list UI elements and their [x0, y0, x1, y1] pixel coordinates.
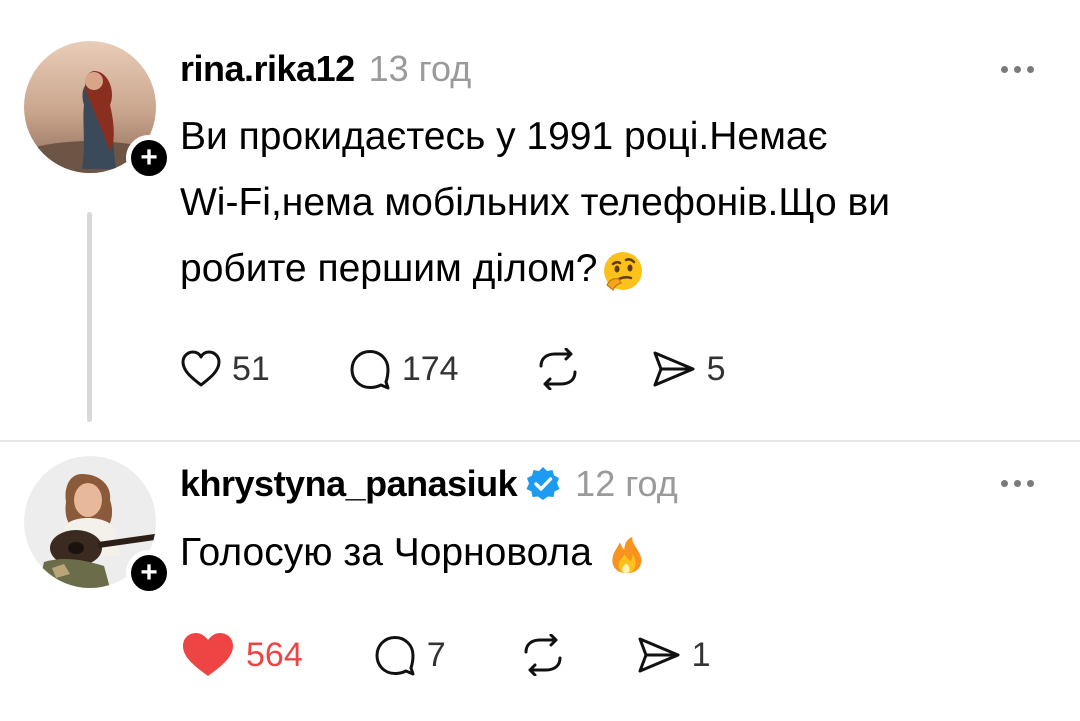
username[interactable]: rina.rika12 — [180, 48, 355, 90]
like-button[interactable]: 51 — [180, 349, 270, 389]
reply-count: 7 — [426, 635, 446, 674]
post-text-line: Wi-Fi,нема мобільних телефонів.Що ви — [180, 181, 890, 224]
more-options-icon[interactable] — [1001, 66, 1034, 73]
fire-emoji — [612, 536, 642, 573]
avatar-container[interactable]: + — [24, 456, 172, 596]
post-header: rina.rika12 13 год — [180, 48, 471, 90]
share-count: 1 — [691, 635, 711, 674]
post-text-fragment: робите першим ділом? — [180, 247, 598, 290]
follow-plus-button[interactable]: + — [126, 135, 172, 181]
heart-icon — [181, 350, 221, 387]
heart-filled-icon — [183, 633, 233, 676]
post-header: khrystyna_panasiuk 12 год — [180, 463, 678, 505]
avatar-container[interactable]: + — [24, 41, 172, 181]
repost-button[interactable] — [533, 348, 583, 390]
verified-badge-icon — [526, 467, 560, 500]
post-text-line: робите першим ділом? — [180, 236, 1040, 302]
reply-button[interactable]: 174 — [348, 348, 459, 390]
thread-connector-line — [87, 212, 92, 422]
username[interactable]: khrystyna_panasiuk — [180, 463, 518, 505]
share-count: 5 — [706, 349, 726, 388]
thread-post: + rina.rika12 13 год Ви прокидаєтесь у 1… — [0, 0, 1080, 440]
post-text: Ви прокидаєтесь у 1991 році.Немає Wi-Fi,… — [180, 104, 1040, 302]
post-text-line: Голосую за Чорновола — [180, 520, 1040, 586]
post-actions: 51 174 5 — [180, 348, 725, 390]
share-button[interactable]: 1 — [636, 635, 711, 675]
reply-button[interactable]: 7 — [373, 634, 446, 676]
post-actions: 564 7 1 — [180, 630, 711, 680]
send-icon — [638, 637, 680, 673]
post-text-line: Ви прокидаєтесь у 1991 році.Немає — [180, 115, 828, 158]
post-time: 12 год — [575, 463, 678, 504]
like-button[interactable]: 564 — [180, 630, 303, 680]
like-count: 564 — [246, 635, 303, 674]
thread-post: + khrystyna_panasiuk 12 год Голосую за Ч… — [0, 440, 1080, 721]
send-icon — [653, 351, 695, 387]
repost-button[interactable] — [518, 634, 568, 676]
post-time: 13 год — [368, 48, 472, 89]
post-text: Голосую за Чорновола — [180, 520, 1040, 586]
share-button[interactable]: 5 — [651, 349, 726, 389]
like-count: 51 — [232, 349, 270, 388]
more-options-icon[interactable] — [1001, 480, 1034, 487]
follow-plus-button[interactable]: + — [126, 550, 172, 596]
repost-icon — [524, 634, 562, 676]
reply-bubble-icon — [350, 350, 390, 390]
thinking-face-emoji — [604, 251, 643, 291]
reply-bubble-icon — [375, 636, 415, 676]
post-text-fragment: Голосую за Чорновола — [180, 531, 592, 574]
repost-icon — [539, 348, 577, 390]
reply-count: 174 — [401, 349, 459, 388]
